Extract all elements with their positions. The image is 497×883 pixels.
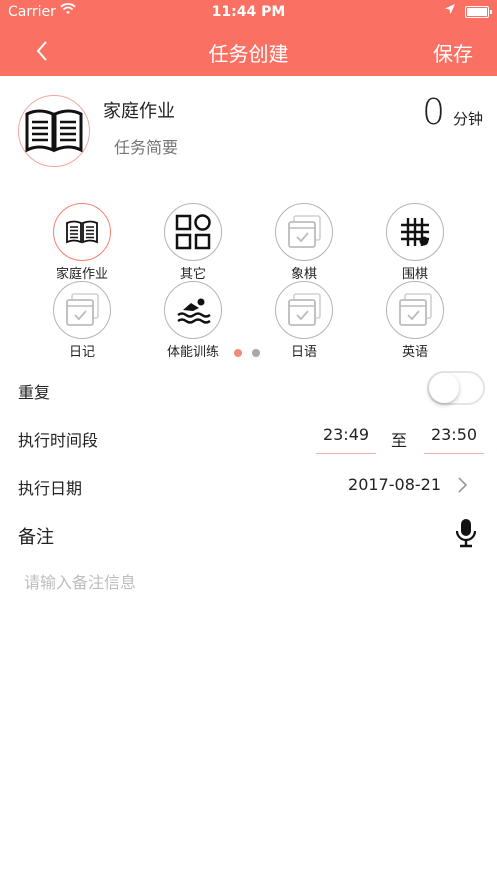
chevron-right-icon[interactable] [457, 475, 469, 495]
calendar-check-icon [399, 293, 432, 326]
calendar-check-icon [288, 215, 321, 248]
category-circle [275, 281, 333, 339]
category-circle [53, 203, 111, 261]
category-circle [275, 203, 333, 261]
category-label: 日记 [68, 345, 95, 360]
task-summary-input[interactable] [114, 138, 314, 157]
repeat-toggle[interactable] [427, 371, 485, 405]
category-fitness[interactable]: 体能训练 [143, 281, 243, 360]
task-name: 家庭作业 [103, 101, 175, 122]
category-circle [386, 203, 444, 261]
category-english[interactable]: 英语 [365, 281, 465, 360]
start-time-field[interactable]: 23:49 [316, 425, 376, 454]
page-dot-active[interactable] [234, 349, 242, 357]
page-dot[interactable] [252, 349, 260, 357]
date-label: 执行日期 [18, 479, 83, 498]
duration-unit: 分钟 [452, 110, 483, 128]
header-bar: Carrier 11:44 PM 任务创建 保存 [0, 0, 497, 76]
battery-icon [465, 6, 492, 18]
calendar-check-icon [66, 293, 99, 326]
time-period-label: 执行时间段 [18, 431, 99, 450]
category-circle [386, 281, 444, 339]
toggle-knob [429, 373, 459, 403]
category-circle [164, 281, 222, 339]
category-go[interactable]: 围棋 [365, 203, 465, 282]
end-time-field[interactable]: 23:50 [424, 425, 484, 454]
microphone-icon[interactable] [455, 518, 477, 548]
save-button[interactable]: 保存 [433, 38, 473, 67]
category-label: 象棋 [290, 267, 317, 282]
location-icon [445, 3, 455, 17]
category-circle [164, 203, 222, 261]
time-separator: 至 [391, 431, 408, 450]
notes-label: 备注 [18, 527, 54, 548]
category-label: 体能训练 [166, 345, 219, 360]
calendar-check-icon [288, 293, 321, 326]
date-value[interactable]: 2017-08-21 [348, 475, 441, 494]
swimmer-icon [177, 298, 211, 324]
duration-value: 0 [422, 92, 445, 133]
category-other[interactable]: 其它 [143, 203, 243, 282]
status-bar: Carrier 11:44 PM [0, 0, 497, 24]
grid-icon [175, 214, 211, 250]
repeat-label: 重复 [18, 383, 51, 402]
category-label: 家庭作业 [55, 267, 108, 282]
page-indicator[interactable] [234, 342, 270, 361]
duration-display: 0 分钟 [422, 92, 483, 133]
category-circle [53, 281, 111, 339]
book-icon [66, 220, 98, 244]
category-chess[interactable]: 象棋 [254, 203, 354, 282]
category-label: 英语 [401, 345, 428, 360]
book-icon [25, 109, 83, 153]
clock-label: 11:44 PM [211, 4, 286, 20]
category-label: 围棋 [401, 267, 428, 282]
task-type-icon[interactable] [18, 95, 90, 167]
page-title: 任务创建 [208, 42, 289, 66]
go-board-icon [401, 218, 429, 246]
category-label: 其它 [179, 267, 206, 282]
category-diary[interactable]: 日记 [32, 281, 132, 360]
notes-input[interactable] [24, 568, 474, 596]
category-homework[interactable]: 家庭作业 [32, 203, 132, 282]
